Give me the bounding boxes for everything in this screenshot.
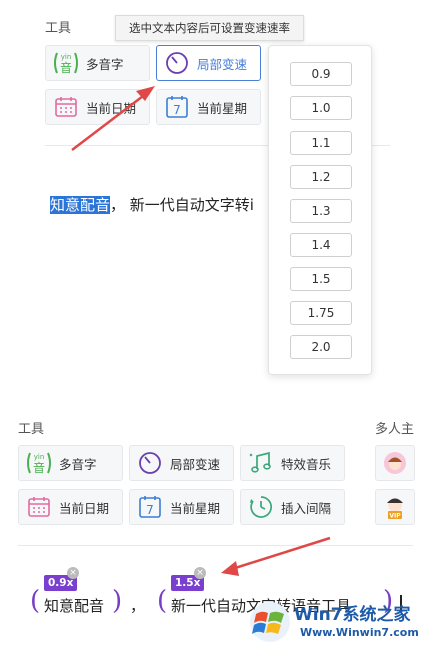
watermark-url: Www.Winwin7.com	[300, 626, 419, 639]
arrow-bottom-line	[231, 536, 331, 571]
arrow-top-line	[71, 92, 148, 151]
annotation-arrows	[71, 86, 331, 576]
watermark-logo-icon	[248, 600, 292, 644]
watermark-title: Win7系统之家	[294, 605, 411, 625]
arrow-bottom-head	[221, 561, 239, 576]
